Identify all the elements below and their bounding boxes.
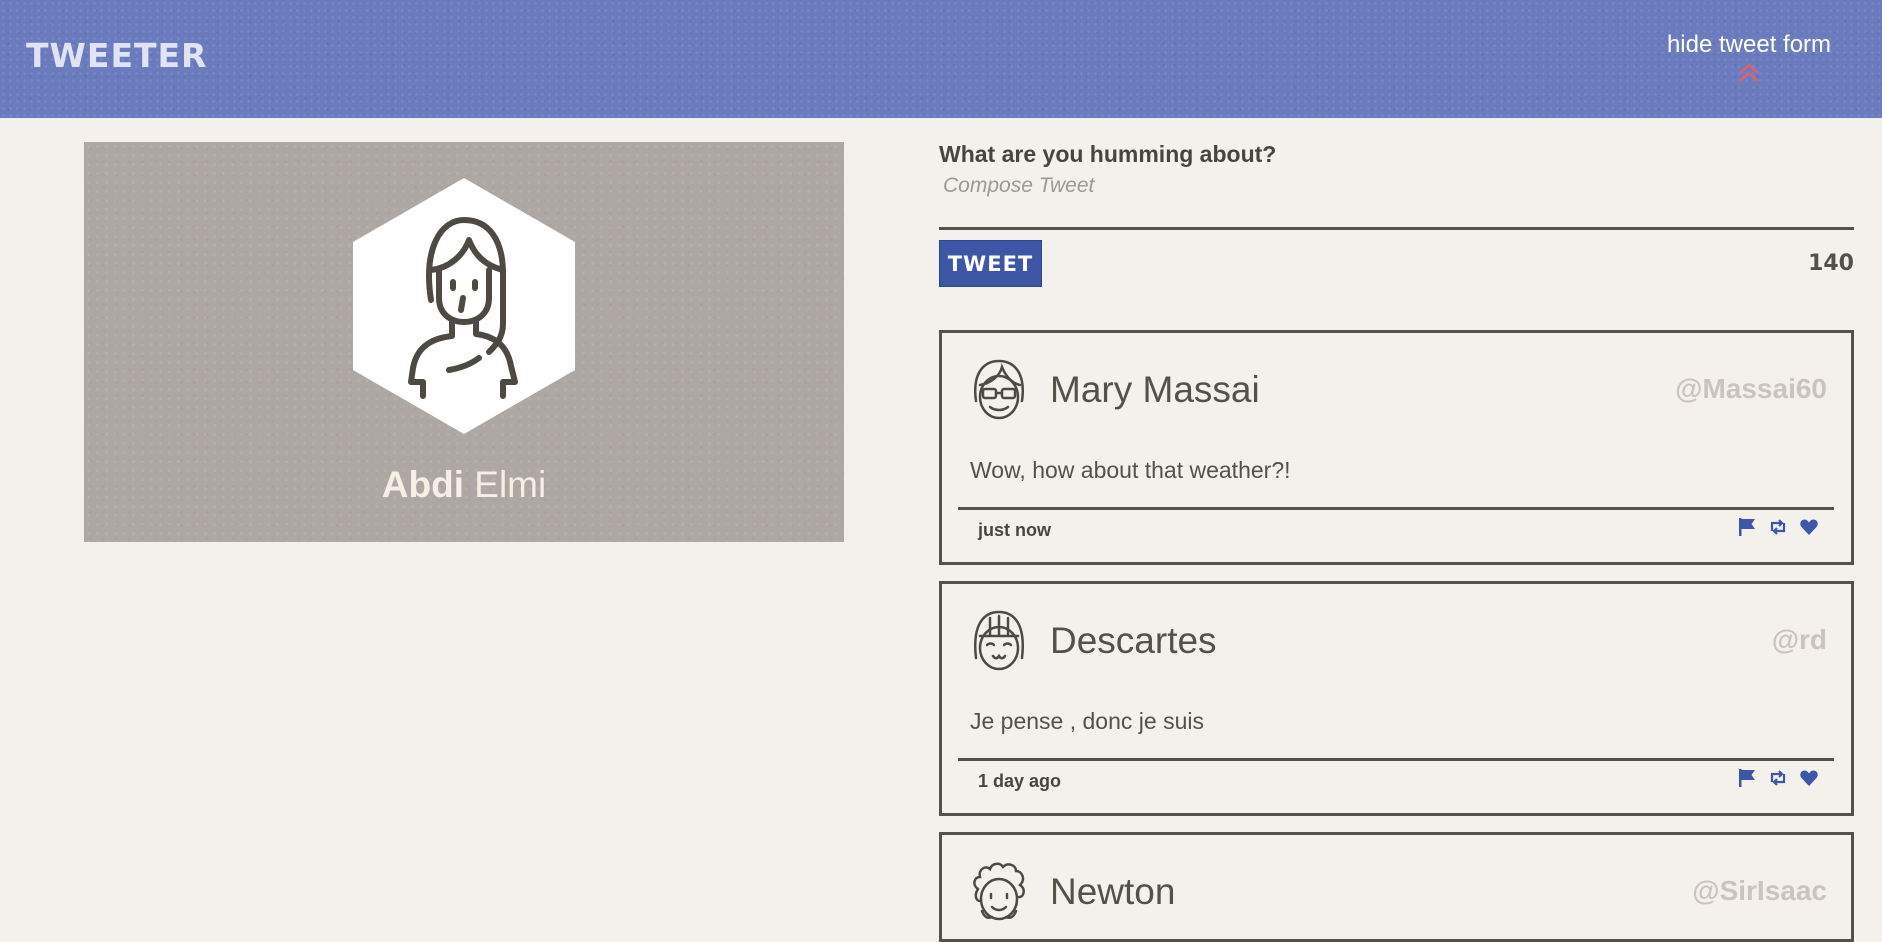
heart-icon[interactable] <box>1799 517 1819 537</box>
compose-tweet-input[interactable] <box>939 172 1854 230</box>
brand-logo[interactable]: TWEETER <box>26 36 207 75</box>
retweet-icon[interactable] <box>1768 768 1788 788</box>
compose-title: What are you humming about? <box>939 141 1277 167</box>
compose-tweet-form: What are you humming about? TWEET 140 <box>939 140 1854 287</box>
user-avatar-icon <box>973 610 1025 671</box>
tweet-actions <box>1737 768 1819 788</box>
tweet-timestamp: just now <box>978 520 1051 540</box>
compose-actions: TWEET 140 <box>939 240 1854 287</box>
top-nav: TWEETER hide tweet form <box>0 0 1882 118</box>
tweet-author-name: Mary Massai <box>1050 369 1260 410</box>
tweet-button[interactable]: TWEET <box>939 240 1042 287</box>
flag-icon[interactable] <box>1737 517 1757 537</box>
retweet-icon[interactable] <box>1768 517 1788 537</box>
tweet-actions <box>1737 517 1819 537</box>
toggle-tweet-form-button[interactable]: hide tweet form <box>1644 30 1854 84</box>
tweet-text: Je pense , donc je suis <box>970 708 1204 734</box>
profile-name: Abdi Elmi <box>84 464 844 506</box>
heart-icon[interactable] <box>1799 768 1819 788</box>
profile-first-name: Abdi <box>381 464 464 505</box>
double-chevron-up-icon[interactable] <box>1736 62 1762 84</box>
tweet-timestamp: 1 day ago <box>978 771 1062 791</box>
tweet-card: Newton @SirIsaac <box>939 832 1854 942</box>
tweet-card: Descartes @rd Je pense , donc je suis 1 … <box>939 581 1854 816</box>
tweet-author-name: Descartes <box>1050 620 1217 661</box>
profile-card: Abdi Elmi <box>84 142 844 542</box>
character-counter: 140 <box>1808 251 1854 276</box>
tweet-text: Wow, how about that weather?! <box>970 457 1291 483</box>
tweet-author-handle[interactable]: @rd <box>1772 624 1827 656</box>
flag-icon[interactable] <box>1737 768 1757 788</box>
tweet-divider <box>958 758 1834 761</box>
user-avatar-icon <box>973 862 1025 921</box>
user-avatar-icon <box>973 359 1025 420</box>
toggle-tweet-form-label[interactable]: hide tweet form <box>1644 30 1854 60</box>
profile-avatar <box>353 178 575 434</box>
profile-last-name: Elmi <box>474 464 547 505</box>
tweet-author-handle[interactable]: @Massai60 <box>1675 373 1827 405</box>
tweet-divider <box>958 507 1834 510</box>
tweet-author-name: Newton <box>1050 871 1176 912</box>
tweet-card: Mary Massai @Massai60 Wow, how about tha… <box>939 330 1854 565</box>
tweet-author-handle[interactable]: @SirIsaac <box>1692 875 1827 907</box>
